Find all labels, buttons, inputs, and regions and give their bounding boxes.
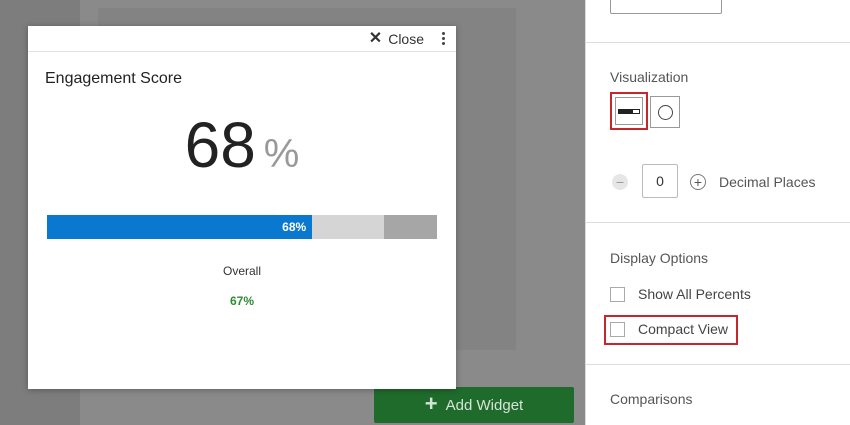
increment-decimal-button[interactable]: + bbox=[690, 174, 706, 190]
plus-icon: + bbox=[424, 391, 438, 416]
bar-chart-icon bbox=[618, 108, 640, 114]
score-bar-fill: 68% bbox=[47, 215, 313, 239]
widget-title: Engagement Score bbox=[45, 70, 182, 87]
score-display: 68% bbox=[28, 108, 456, 182]
comparisons-label: Comparisons bbox=[610, 391, 693, 407]
circle-icon bbox=[657, 104, 673, 120]
show-all-percents-checkbox[interactable] bbox=[610, 286, 625, 302]
divider bbox=[586, 42, 850, 43]
visualization-label: Visualization bbox=[610, 69, 689, 85]
settings-panel: Visualization − + Decimal Places Display… bbox=[585, 0, 850, 425]
overall-value: 67% bbox=[229, 294, 255, 308]
score-unit: % bbox=[263, 132, 300, 176]
add-widget-label: Add Widget bbox=[445, 396, 524, 414]
score-bar-end-segment bbox=[384, 215, 437, 239]
score-bar: 68% bbox=[47, 215, 437, 239]
add-widget-button[interactable]: + Add Widget bbox=[374, 387, 574, 423]
overall-label: Overall bbox=[222, 264, 261, 278]
bar-visualization-option[interactable] bbox=[610, 92, 648, 130]
decrement-decimal-button[interactable]: − bbox=[612, 174, 628, 190]
show-all-percents-label: Show All Percents bbox=[638, 286, 751, 302]
close-label: Close bbox=[388, 31, 424, 47]
modal-header: ✕ Close bbox=[28, 26, 456, 52]
compact-view-option[interactable]: Compact View bbox=[610, 321, 728, 337]
divider bbox=[586, 364, 850, 365]
decimal-places-label: Decimal Places bbox=[719, 174, 816, 190]
more-options-icon[interactable] bbox=[438, 30, 448, 46]
top-input-field[interactable] bbox=[610, 0, 722, 14]
divider bbox=[586, 222, 850, 223]
close-icon: ✕ bbox=[368, 30, 383, 47]
gauge-visualization-option[interactable] bbox=[650, 96, 680, 128]
compact-view-label: Compact View bbox=[638, 321, 729, 337]
show-all-percents-option[interactable]: Show All Percents bbox=[610, 286, 751, 302]
display-options-label: Display Options bbox=[610, 250, 709, 266]
widget-preview-modal: ✕ Close Engagement Score 68% 68% Overall… bbox=[28, 26, 456, 389]
compact-view-checkbox[interactable] bbox=[610, 321, 625, 337]
close-button[interactable]: ✕ Close bbox=[368, 30, 424, 48]
score-value: 68 bbox=[184, 109, 256, 181]
decimal-places-input[interactable] bbox=[642, 164, 678, 198]
